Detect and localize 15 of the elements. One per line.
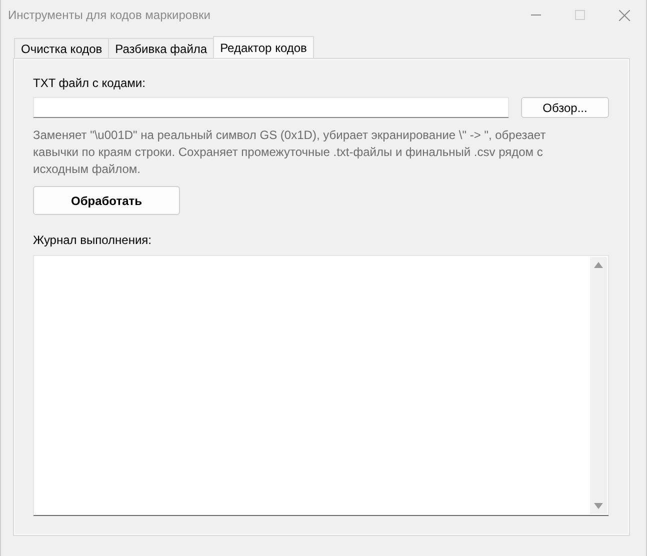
tab[interactable]: Разбивка файла bbox=[108, 38, 214, 58]
scrollbar[interactable] bbox=[590, 257, 607, 514]
log-label: Журнал выполнения: bbox=[33, 233, 152, 247]
scroll-down-icon[interactable] bbox=[594, 503, 603, 509]
window-title: Инструменты для кодов маркировки bbox=[8, 8, 212, 22]
tab[interactable]: Очистка кодов bbox=[14, 38, 110, 58]
browse-button[interactable]: Обзор... bbox=[521, 97, 609, 118]
description-text: Заменяет "\u001D" на реальный символ GS (0x1D), убирает экранирование \" -> ", обрезает кавычки по краям строки. Сохраняет промежуточные .txt-файлы и финальный .csv рядом с исходным файлом. bbox=[33, 127, 547, 178]
close-icon bbox=[618, 10, 630, 20]
file-path-field[interactable] bbox=[33, 97, 509, 118]
scroll-up-icon[interactable] bbox=[594, 262, 603, 268]
field-label: TXT файл с кодами: bbox=[33, 76, 146, 90]
maximize-icon bbox=[575, 10, 585, 20]
process-button[interactable]: Обработать bbox=[33, 186, 180, 215]
tab[interactable]: Редактор кодов bbox=[213, 36, 314, 58]
